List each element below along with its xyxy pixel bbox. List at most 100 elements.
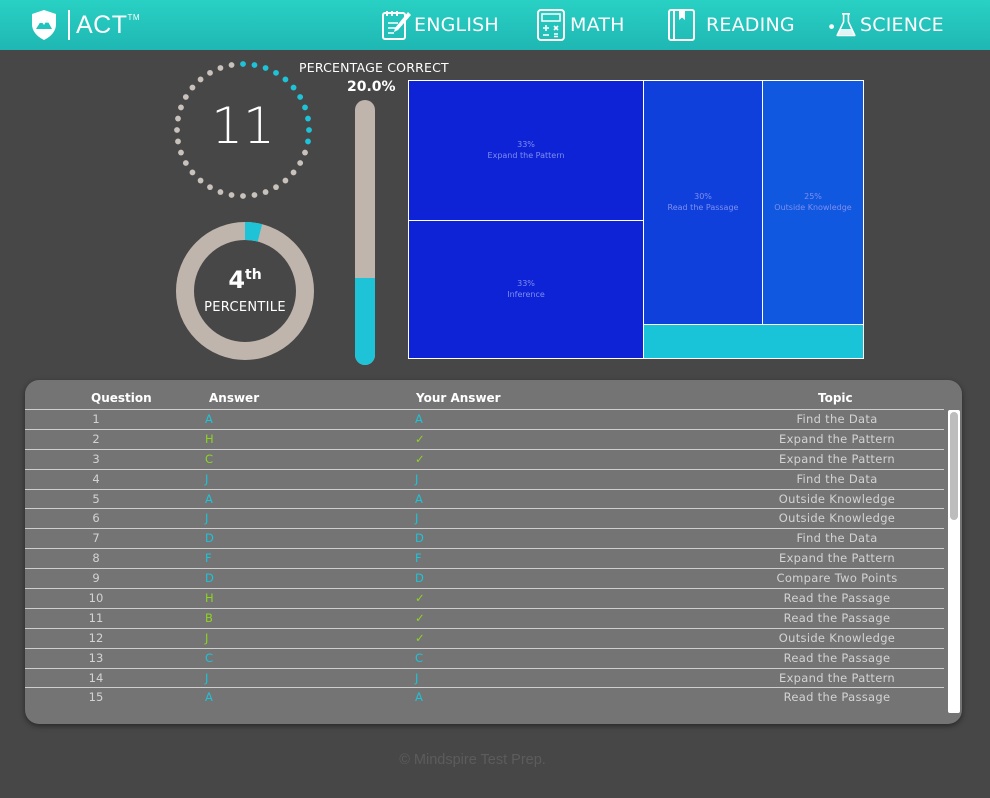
score-dot	[290, 169, 297, 176]
topic: Expand the Pattern	[779, 551, 895, 566]
correct-answer: H	[205, 431, 214, 446]
score-dot	[273, 69, 279, 76]
treemap-cell-outside-knowledge[interactable]: 25% Outside Knowledge	[763, 81, 863, 324]
score-dot	[262, 189, 269, 195]
score-dot	[217, 189, 224, 195]
question-number: 3	[92, 451, 100, 466]
top-nav-bar: ACTTM ENGLISH MATH READING SCIENCE	[0, 0, 990, 50]
treemap-cell-read-passage[interactable]: 30% Read the Passage	[644, 81, 762, 324]
table-rows: 1 A A Find the Data 2 H ✓ Expand the Pattern 3 C ✓…	[25, 409, 944, 707]
score-dot	[189, 84, 196, 91]
score-dot	[197, 177, 204, 184]
table-row[interactable]: 6 J J Outside Knowledge	[25, 508, 944, 528]
topic: Outside Knowledge	[778, 511, 896, 526]
nav-math[interactable]: MATH	[536, 8, 625, 42]
header-answer: Answer	[209, 391, 260, 405]
nav-reading[interactable]: READING	[666, 8, 795, 42]
pencil-notebook-icon	[382, 11, 411, 40]
flask-icon	[829, 13, 856, 37]
score-dot	[189, 169, 196, 176]
act-logo[interactable]: ACTTM	[30, 8, 140, 42]
question-number: 7	[92, 531, 100, 546]
correct-answer: J	[205, 630, 209, 645]
score-dot	[217, 65, 224, 71]
table-row[interactable]: 8 F F Expand the Pattern	[25, 548, 944, 568]
table-row[interactable]: 15 A A Read the Passage	[25, 687, 944, 707]
score-dot	[228, 62, 235, 68]
treemap-cell-pct: 33%	[517, 139, 535, 149]
correct-answer: C	[205, 650, 214, 665]
table-row[interactable]: 14 J J Expand the Pattern	[25, 667, 944, 688]
topic: Find the Data	[796, 531, 878, 546]
topic: Read the Passage	[783, 690, 891, 705]
table-row[interactable]: 10 H ✓ Read the Passage	[25, 588, 944, 608]
table-row[interactable]: 4 J J Find the Data	[25, 468, 944, 489]
treemap-cell-label: Read the Passage	[667, 202, 739, 212]
question-number: 11	[88, 610, 104, 625]
table-row[interactable]: 1 A A Find the Data	[25, 409, 944, 429]
correct-answer: J	[205, 670, 209, 685]
your-answer: F	[415, 551, 422, 566]
correct-answer: J	[205, 471, 209, 486]
correct-answer: A	[205, 412, 213, 426]
treemap-cell-pct: 33%	[517, 278, 535, 288]
table-row[interactable]: 12 J ✓ Outside Knowledge	[25, 627, 944, 648]
header-question: Question	[91, 391, 152, 405]
treemap-cell-other[interactable]	[644, 325, 863, 358]
nav-science[interactable]: SCIENCE	[826, 8, 944, 42]
question-number: 2	[92, 431, 100, 446]
calculator-icon	[537, 9, 565, 41]
topic: Read the Passage	[783, 650, 891, 665]
nav-science-label: SCIENCE	[860, 14, 944, 36]
question-number: 5	[92, 491, 100, 506]
score-dot	[207, 184, 213, 191]
correct-check-icon: ✓	[415, 431, 425, 446]
score-dot	[290, 84, 297, 91]
topic: Expand the Pattern	[779, 451, 895, 466]
question-number: 13	[88, 650, 104, 665]
score-dot	[251, 62, 258, 68]
correct-check-icon: ✓	[415, 451, 425, 466]
nav-english-label: ENGLISH	[414, 14, 499, 36]
treemap-cell-expand-pattern[interactable]: 33% Expand the Pattern	[409, 81, 643, 220]
header-topic: Topic	[818, 391, 853, 405]
table-row[interactable]: 2 H ✓ Expand the Pattern	[25, 428, 944, 449]
score-dot	[240, 61, 246, 67]
percentage-correct-fill	[355, 277, 375, 365]
topic: Find the Data	[796, 471, 878, 486]
question-number: 4	[92, 471, 100, 486]
score-dot	[251, 192, 258, 198]
topic: Expand the Pattern	[779, 431, 895, 446]
scrollbar-thumb[interactable]	[950, 412, 958, 520]
table-row[interactable]: 11 B ✓ Read the Passage	[25, 607, 944, 628]
correct-answer: D	[205, 571, 214, 586]
your-answer: D	[415, 571, 424, 586]
correct-answer: C	[205, 451, 214, 466]
logo-text: ACTTM	[76, 10, 141, 39]
table-row[interactable]: 13 C C Read the Passage	[25, 647, 944, 668]
your-answer: A	[415, 690, 423, 705]
score-dot	[207, 69, 213, 76]
treemap-cell-label: Expand the Pattern	[487, 150, 565, 160]
treemap-cell-label: Outside Knowledge	[774, 202, 852, 212]
table-row[interactable]: 7 D D Find the Data	[25, 528, 944, 548]
your-answer: A	[415, 412, 423, 426]
table-row[interactable]: 3 C ✓ Expand the Pattern	[25, 448, 944, 469]
treemap-cell-inference[interactable]: 33% Inference	[409, 221, 643, 358]
mountain-shield-icon	[32, 10, 56, 40]
question-number: 14	[88, 670, 104, 685]
topic: Find the Data	[796, 412, 878, 426]
your-answer: J	[415, 670, 419, 685]
table-scrollbar[interactable]	[948, 410, 960, 713]
topic-treemap: 33% Expand the Pattern 33% Inference 30%…	[408, 80, 864, 359]
correct-check-icon: ✓	[415, 610, 425, 625]
correct-answer: D	[205, 531, 214, 546]
nav-english[interactable]: ENGLISH	[380, 8, 499, 42]
question-number: 15	[88, 690, 104, 705]
book-icon	[668, 9, 695, 41]
footer-copyright: © Mindspire Test Prep.	[399, 752, 546, 768]
table-row[interactable]: 5 A A Outside Knowledge	[25, 488, 944, 509]
question-number: 12	[88, 630, 104, 645]
score-dot	[282, 177, 289, 184]
table-row[interactable]: 9 D D Compare Two Points	[25, 568, 944, 588]
